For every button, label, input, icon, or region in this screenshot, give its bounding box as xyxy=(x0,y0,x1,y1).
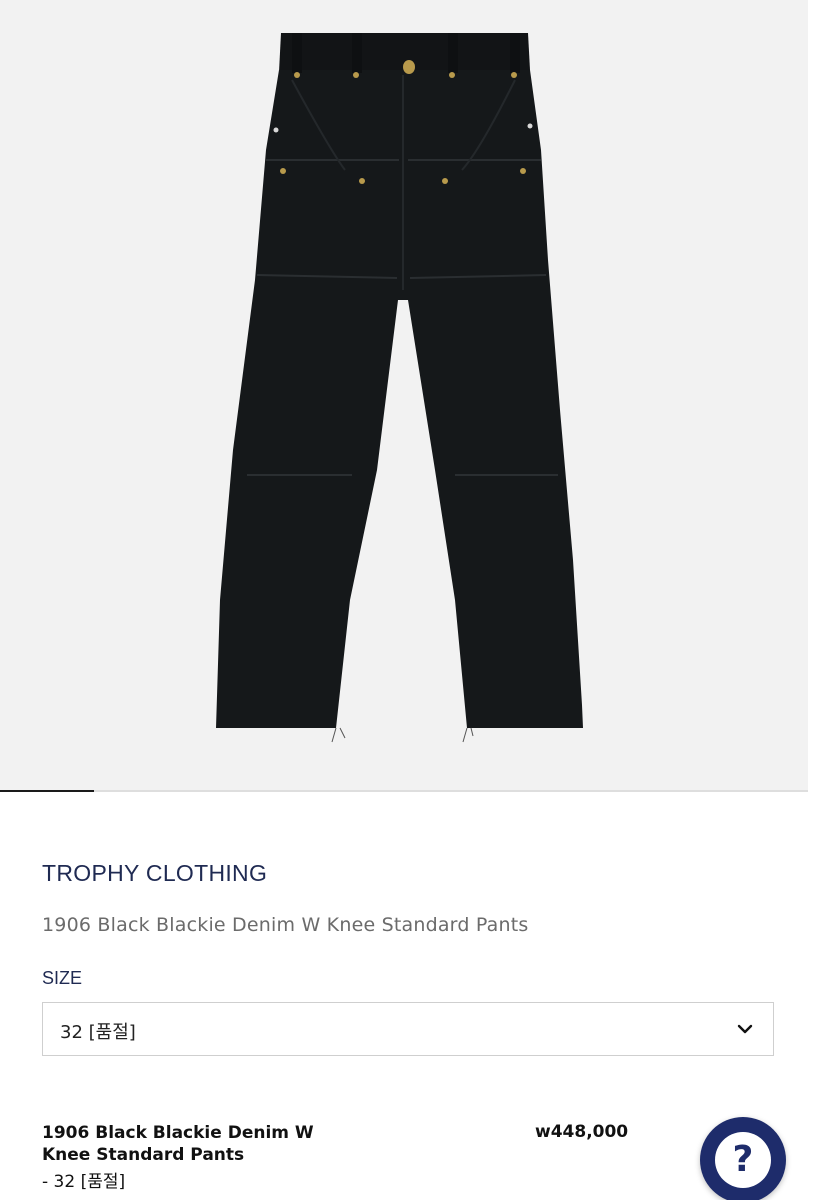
chevron-down-icon xyxy=(737,1024,753,1034)
product-title: 1906 Black Blackie Denim W Knee Standard… xyxy=(42,914,529,936)
product-image-area[interactable] xyxy=(0,0,808,790)
carousel-progress-indicator xyxy=(0,790,94,792)
size-label: SIZE xyxy=(42,968,83,988)
carousel-progress-track xyxy=(0,790,808,792)
image-edge xyxy=(808,0,816,792)
selected-item-option: - 32 [품절] xyxy=(42,1172,126,1192)
help-icon: ? xyxy=(715,1132,771,1188)
question-mark-glyph: ? xyxy=(732,1139,754,1180)
selected-item-name: 1906 Black Blackie Denim W Knee Standard… xyxy=(42,1123,314,1165)
selected-item-price: w448,000 xyxy=(535,1122,629,1142)
pants-body xyxy=(216,70,583,728)
product-photo xyxy=(216,33,583,743)
help-chat-button[interactable]: ? xyxy=(700,1117,786,1200)
size-select[interactable]: 32 [품절] xyxy=(42,1002,774,1056)
brand-name[interactable]: TROPHY CLOTHING xyxy=(42,860,267,887)
size-selected-value: 32 [품절] xyxy=(60,1022,136,1043)
